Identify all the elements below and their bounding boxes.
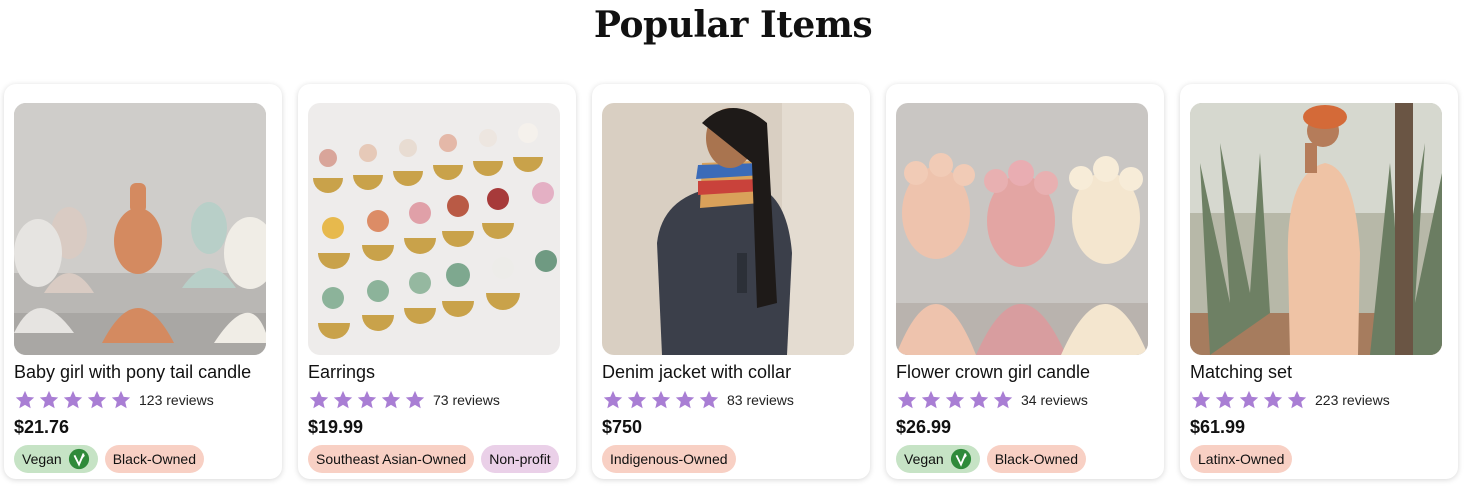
tag-label: Non-profit [489, 451, 551, 467]
tag-list: Southeast Asian-Owned Non-profit [308, 445, 559, 473]
star-icon [381, 390, 401, 409]
star-icon [39, 390, 59, 409]
review-count[interactable]: 223 reviews [1315, 392, 1390, 408]
tag-vegan[interactable]: Vegan [14, 445, 98, 473]
product-price: $19.99 [308, 417, 364, 437]
tag-list: Indigenous-Owned [602, 445, 736, 473]
star-rating [602, 388, 720, 412]
star-icon [651, 390, 671, 409]
star-rating [896, 388, 1014, 412]
star-rating [1190, 388, 1308, 412]
star-icon [675, 390, 695, 409]
product-image[interactable] [308, 103, 560, 355]
star-icon [357, 390, 377, 409]
tag-list: Vegan Black-Owned [896, 445, 1086, 473]
star-icon [309, 390, 329, 409]
product-card[interactable]: Baby girl with pony tail candle 123 revi… [4, 84, 282, 479]
tag-black-owned[interactable]: Black-Owned [104, 445, 204, 473]
tag-indigenous-owned[interactable]: Indigenous-Owned [602, 445, 736, 473]
review-count[interactable]: 34 reviews [1021, 392, 1088, 408]
tag-list: Vegan Black-Owned [14, 445, 204, 473]
review-count[interactable]: 83 reviews [727, 392, 794, 408]
tag-label: Southeast Asian-Owned [316, 451, 467, 467]
star-rating [14, 388, 132, 412]
tag-label: Latinx-Owned [1198, 451, 1285, 467]
leaf-icon [950, 448, 971, 470]
star-icon [1287, 390, 1307, 409]
star-icon [945, 390, 965, 409]
star-icon [603, 390, 623, 409]
product-name[interactable]: Flower crown girl candle [896, 362, 1156, 383]
star-icon [1239, 390, 1259, 409]
product-image[interactable] [1190, 103, 1442, 355]
product-card[interactable]: Matching set 223 reviews $61.99 Latinx-O… [1180, 84, 1458, 479]
product-grid: Baby girl with pony tail candle 123 revi… [4, 84, 1464, 482]
product-name[interactable]: Matching set [1190, 362, 1450, 383]
product-card[interactable]: Earrings 73 reviews $19.99 Southeast Asi… [298, 84, 576, 479]
product-image[interactable] [602, 103, 854, 355]
product-name[interactable]: Earrings [308, 362, 568, 383]
review-count[interactable]: 123 reviews [139, 392, 214, 408]
star-icon [627, 390, 647, 409]
star-icon [1191, 390, 1211, 409]
product-price: $26.99 [896, 417, 952, 437]
star-icon [921, 390, 941, 409]
star-icon [15, 390, 35, 409]
star-icon [969, 390, 989, 409]
star-icon [111, 390, 131, 409]
product-price: $61.99 [1190, 417, 1246, 437]
tag-vegan[interactable]: Vegan [896, 445, 980, 473]
tag-black-owned[interactable]: Black-Owned [986, 445, 1086, 473]
star-icon [405, 390, 425, 409]
product-price: $21.76 [14, 417, 70, 437]
product-card[interactable]: Denim jacket with collar 83 reviews $750… [592, 84, 870, 479]
star-icon [333, 390, 353, 409]
product-image[interactable] [896, 103, 1148, 355]
star-icon [1263, 390, 1283, 409]
tag-southeast-asian-owned[interactable]: Southeast Asian-Owned [308, 445, 475, 473]
star-icon [993, 390, 1013, 409]
tag-label: Indigenous-Owned [610, 451, 728, 467]
star-icon [897, 390, 917, 409]
star-icon [1215, 390, 1235, 409]
product-price: $750 [602, 417, 643, 437]
product-name[interactable]: Baby girl with pony tail candle [14, 362, 274, 383]
page-title: Popular Items [593, 4, 873, 46]
tag-latinx-owned[interactable]: Latinx-Owned [1190, 445, 1293, 473]
tag-label: Vegan [22, 451, 62, 467]
tag-label: Vegan [904, 451, 944, 467]
star-icon [699, 390, 719, 409]
leaf-icon [68, 448, 89, 470]
review-count[interactable]: 73 reviews [433, 392, 500, 408]
tag-non-profit[interactable]: Non-profit [481, 445, 559, 473]
tag-label: Black-Owned [112, 451, 196, 467]
product-image[interactable] [14, 103, 266, 355]
star-icon [87, 390, 107, 409]
star-icon [63, 390, 83, 409]
product-card[interactable]: Flower crown girl candle 34 reviews $26.… [886, 84, 1164, 479]
product-name[interactable]: Denim jacket with collar [602, 362, 862, 383]
tag-list: Latinx-Owned [1190, 445, 1293, 473]
star-rating [308, 388, 426, 412]
tag-label: Black-Owned [994, 451, 1078, 467]
